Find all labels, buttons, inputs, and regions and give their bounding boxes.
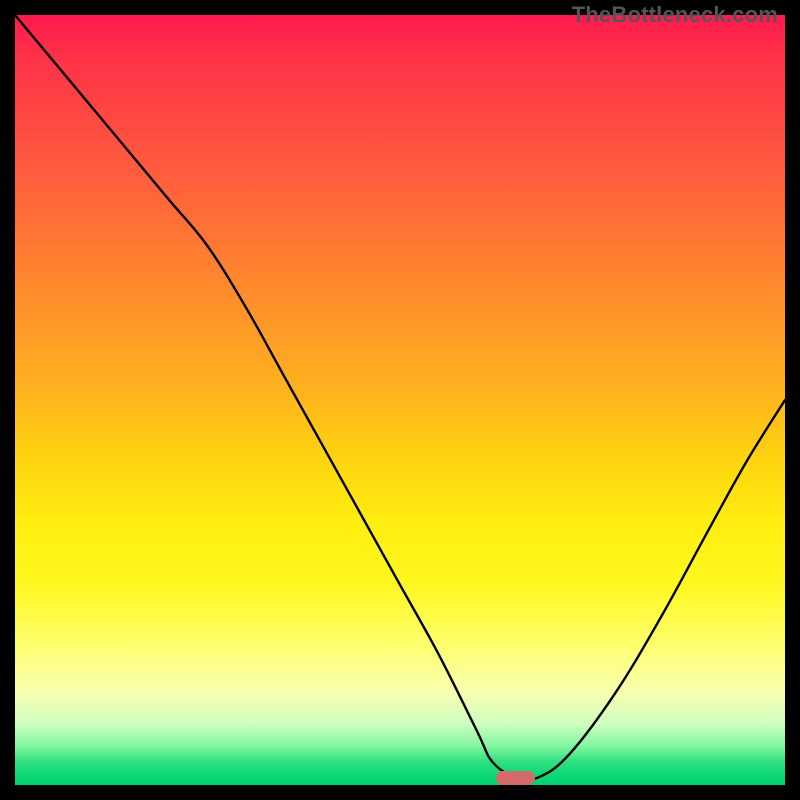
plot-area — [15, 15, 785, 785]
chart-frame: TheBottleneck.com — [0, 0, 800, 800]
optimal-marker — [496, 771, 535, 785]
curve-path — [15, 15, 785, 780]
bottleneck-curve — [15, 15, 785, 785]
